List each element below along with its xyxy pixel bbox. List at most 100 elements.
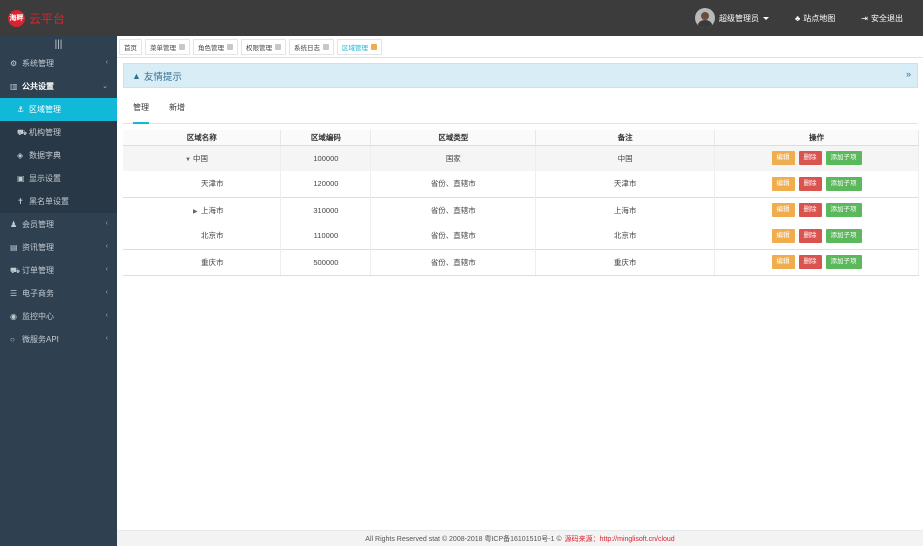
page-tabs: 首页 菜单管理 角色管理 权限管理 系统日志 区域管理 xyxy=(117,36,923,58)
tab-manage[interactable]: 管理 xyxy=(123,102,159,124)
sidebar-subitem-area[interactable]: ⚓ 区域管理 xyxy=(0,98,117,121)
add-child-button[interactable]: 添加子项 xyxy=(825,228,862,243)
tab-label: 菜单管理 xyxy=(150,44,176,52)
double-chevron-down-icon[interactable]: » xyxy=(906,69,911,79)
close-icon[interactable] xyxy=(227,43,233,50)
menu-icon[interactable]: ||| xyxy=(0,36,117,52)
tab-label: 首页 xyxy=(124,44,137,52)
sidebar-item-ecommerce[interactable]: ☰ 电子商务 ‹ xyxy=(0,282,117,305)
expand-toggle-icon[interactable]: ▶ xyxy=(193,208,201,215)
source-link[interactable]: 源码来源：http://minglisoft.cn/cloud xyxy=(565,534,675,544)
area-note: 北京市 xyxy=(535,223,716,249)
tab-label: 角色管理 xyxy=(198,44,224,52)
sidebar-item-api[interactable]: ○ 微服务API ‹ xyxy=(0,328,117,351)
table-row: ▶ 上海市 310000 省份、直辖市 上海市 编辑 删除 添加子项 xyxy=(123,196,919,223)
edit-button[interactable]: 编辑 xyxy=(771,228,795,243)
column-header: 区域名称 xyxy=(123,130,282,146)
sidebar: ||| ⚙ 系统管理 ‹ ▥ 公共设置 ⌄ ⚓ 区域管理 ⛟ 机构管理 ◈ 数据… xyxy=(0,36,117,546)
actions-cell: 编辑 删除 添加子项 xyxy=(714,223,919,249)
pushpin-icon: ✝ xyxy=(17,197,24,206)
area-name-cell: 北京市 xyxy=(123,223,282,249)
chevron-left-icon: ‹ xyxy=(105,220,108,227)
tab-home[interactable]: 首页 xyxy=(119,38,142,55)
sidebar-item-public-settings[interactable]: ▥ 公共设置 ⌄ xyxy=(0,75,117,98)
add-child-button[interactable]: 添加子项 xyxy=(825,151,862,166)
sidebar-item-system[interactable]: ⚙ 系统管理 ‹ xyxy=(0,52,117,75)
sidebar-subitem-org[interactable]: ⛟ 机构管理 xyxy=(0,121,117,144)
delete-button[interactable]: 删除 xyxy=(798,228,822,243)
close-icon[interactable] xyxy=(371,43,377,50)
area-note: 上海市 xyxy=(535,196,716,223)
delete-button[interactable]: 删除 xyxy=(798,151,822,166)
add-child-button[interactable]: 添加子项 xyxy=(825,176,862,191)
sidebar-item-label: 电子商务 xyxy=(22,289,54,298)
tab-area[interactable]: 区域管理 xyxy=(337,38,382,55)
sidebar-item-label: 订单管理 xyxy=(22,266,54,275)
table-header-row: 区域名称 区域编码 区域类型 备注 操作 xyxy=(123,130,919,146)
user-menu[interactable]: 超级管理员 xyxy=(695,8,770,28)
area-type: 国家 xyxy=(370,145,537,171)
tab-add[interactable]: 新增 xyxy=(159,102,195,123)
tab-label: 新增 xyxy=(169,103,185,112)
edit-button[interactable]: 编辑 xyxy=(771,176,795,191)
close-icon[interactable] xyxy=(323,43,329,50)
chevron-left-icon: ‹ xyxy=(105,335,108,342)
close-icon[interactable] xyxy=(179,43,185,50)
copyright-text: All Rights Reserved stat © 2008-2018 粤IC… xyxy=(365,535,562,543)
sitemap-link[interactable]: ♣ 站点地图 xyxy=(795,13,835,24)
close-icon[interactable] xyxy=(275,43,281,50)
area-note: 重庆市 xyxy=(535,248,716,276)
sidebar-subitem-label: 机构管理 xyxy=(29,128,61,137)
car-icon: ⛟ xyxy=(17,127,28,137)
delete-button[interactable]: 删除 xyxy=(798,255,822,269)
tab-log[interactable]: 系统日志 xyxy=(289,38,334,55)
sidebar-subitem-blacklist[interactable]: ✝ 黑名单设置 xyxy=(0,190,117,213)
brand[interactable]: 海畔 云平台 xyxy=(0,0,117,36)
cube-icon: ◈ xyxy=(17,151,24,160)
tab-label: 权限管理 xyxy=(246,44,272,52)
expand-toggle-icon[interactable]: ▼ xyxy=(185,157,193,163)
content-tabs: 管理 新增 xyxy=(123,102,918,124)
sidebar-item-label: 系统管理 xyxy=(22,59,54,68)
sidebar-item-orders[interactable]: ⛟ 订单管理 ‹ xyxy=(0,259,117,282)
column-header: 操作 xyxy=(714,130,919,146)
area-name: 上海市 xyxy=(201,205,224,215)
area-code: 500000 xyxy=(280,248,372,276)
add-child-button[interactable]: 添加子项 xyxy=(825,203,862,218)
actions-cell: 编辑 删除 添加子项 xyxy=(714,248,919,276)
area-name: 重庆市 xyxy=(201,257,224,267)
area-type: 省份、直辖市 xyxy=(370,223,537,249)
chevron-left-icon: ‹ xyxy=(105,266,108,273)
edit-button[interactable]: 编辑 xyxy=(771,255,795,269)
avatar xyxy=(695,8,716,28)
tab-permission[interactable]: 权限管理 xyxy=(241,38,286,55)
logout-link[interactable]: ⇥ 安全退出 xyxy=(861,13,903,24)
anchor-icon: ⚓ xyxy=(17,105,25,114)
sidebar-item-monitor[interactable]: ◉ 监控中心 ‹ xyxy=(0,305,117,328)
sitemap-icon: ♣ xyxy=(795,13,801,23)
sidebar-item-news[interactable]: ▤ 资讯管理 ‹ xyxy=(0,236,117,259)
edit-button[interactable]: 编辑 xyxy=(771,203,795,218)
tab-role[interactable]: 角色管理 xyxy=(193,38,238,55)
sign-out-icon: ⇥ xyxy=(861,13,868,23)
cogs-icon: ⚙ xyxy=(10,59,18,68)
delete-button[interactable]: 删除 xyxy=(798,176,822,191)
logout-label: 安全退出 xyxy=(871,13,903,23)
add-child-button[interactable]: 添加子项 xyxy=(825,255,862,269)
area-name: 中国 xyxy=(193,153,208,163)
page-footer: All Rights Reserved stat © 2008-2018 粤IC… xyxy=(117,530,923,546)
car-icon: ⛟ xyxy=(10,265,21,275)
monitor-icon: ▣ xyxy=(17,174,25,183)
bank-icon: ▥ xyxy=(10,82,18,91)
user-icon: ♟ xyxy=(10,220,18,229)
area-code: 120000 xyxy=(280,171,372,197)
sidebar-item-members[interactable]: ♟ 会员管理 ‹ xyxy=(0,213,117,236)
sidebar-subitem-label: 数据字典 xyxy=(29,151,61,160)
sidebar-subitem-dict[interactable]: ◈ 数据字典 xyxy=(0,144,117,167)
delete-button[interactable]: 删除 xyxy=(798,203,822,218)
info-alert: ▲ 友情提示 » xyxy=(123,63,918,88)
tab-menu[interactable]: 菜单管理 xyxy=(145,38,190,55)
edit-button[interactable]: 编辑 xyxy=(771,151,795,166)
sitemap-label: 站点地图 xyxy=(803,13,836,23)
sidebar-subitem-display[interactable]: ▣ 显示设置 xyxy=(0,167,117,190)
